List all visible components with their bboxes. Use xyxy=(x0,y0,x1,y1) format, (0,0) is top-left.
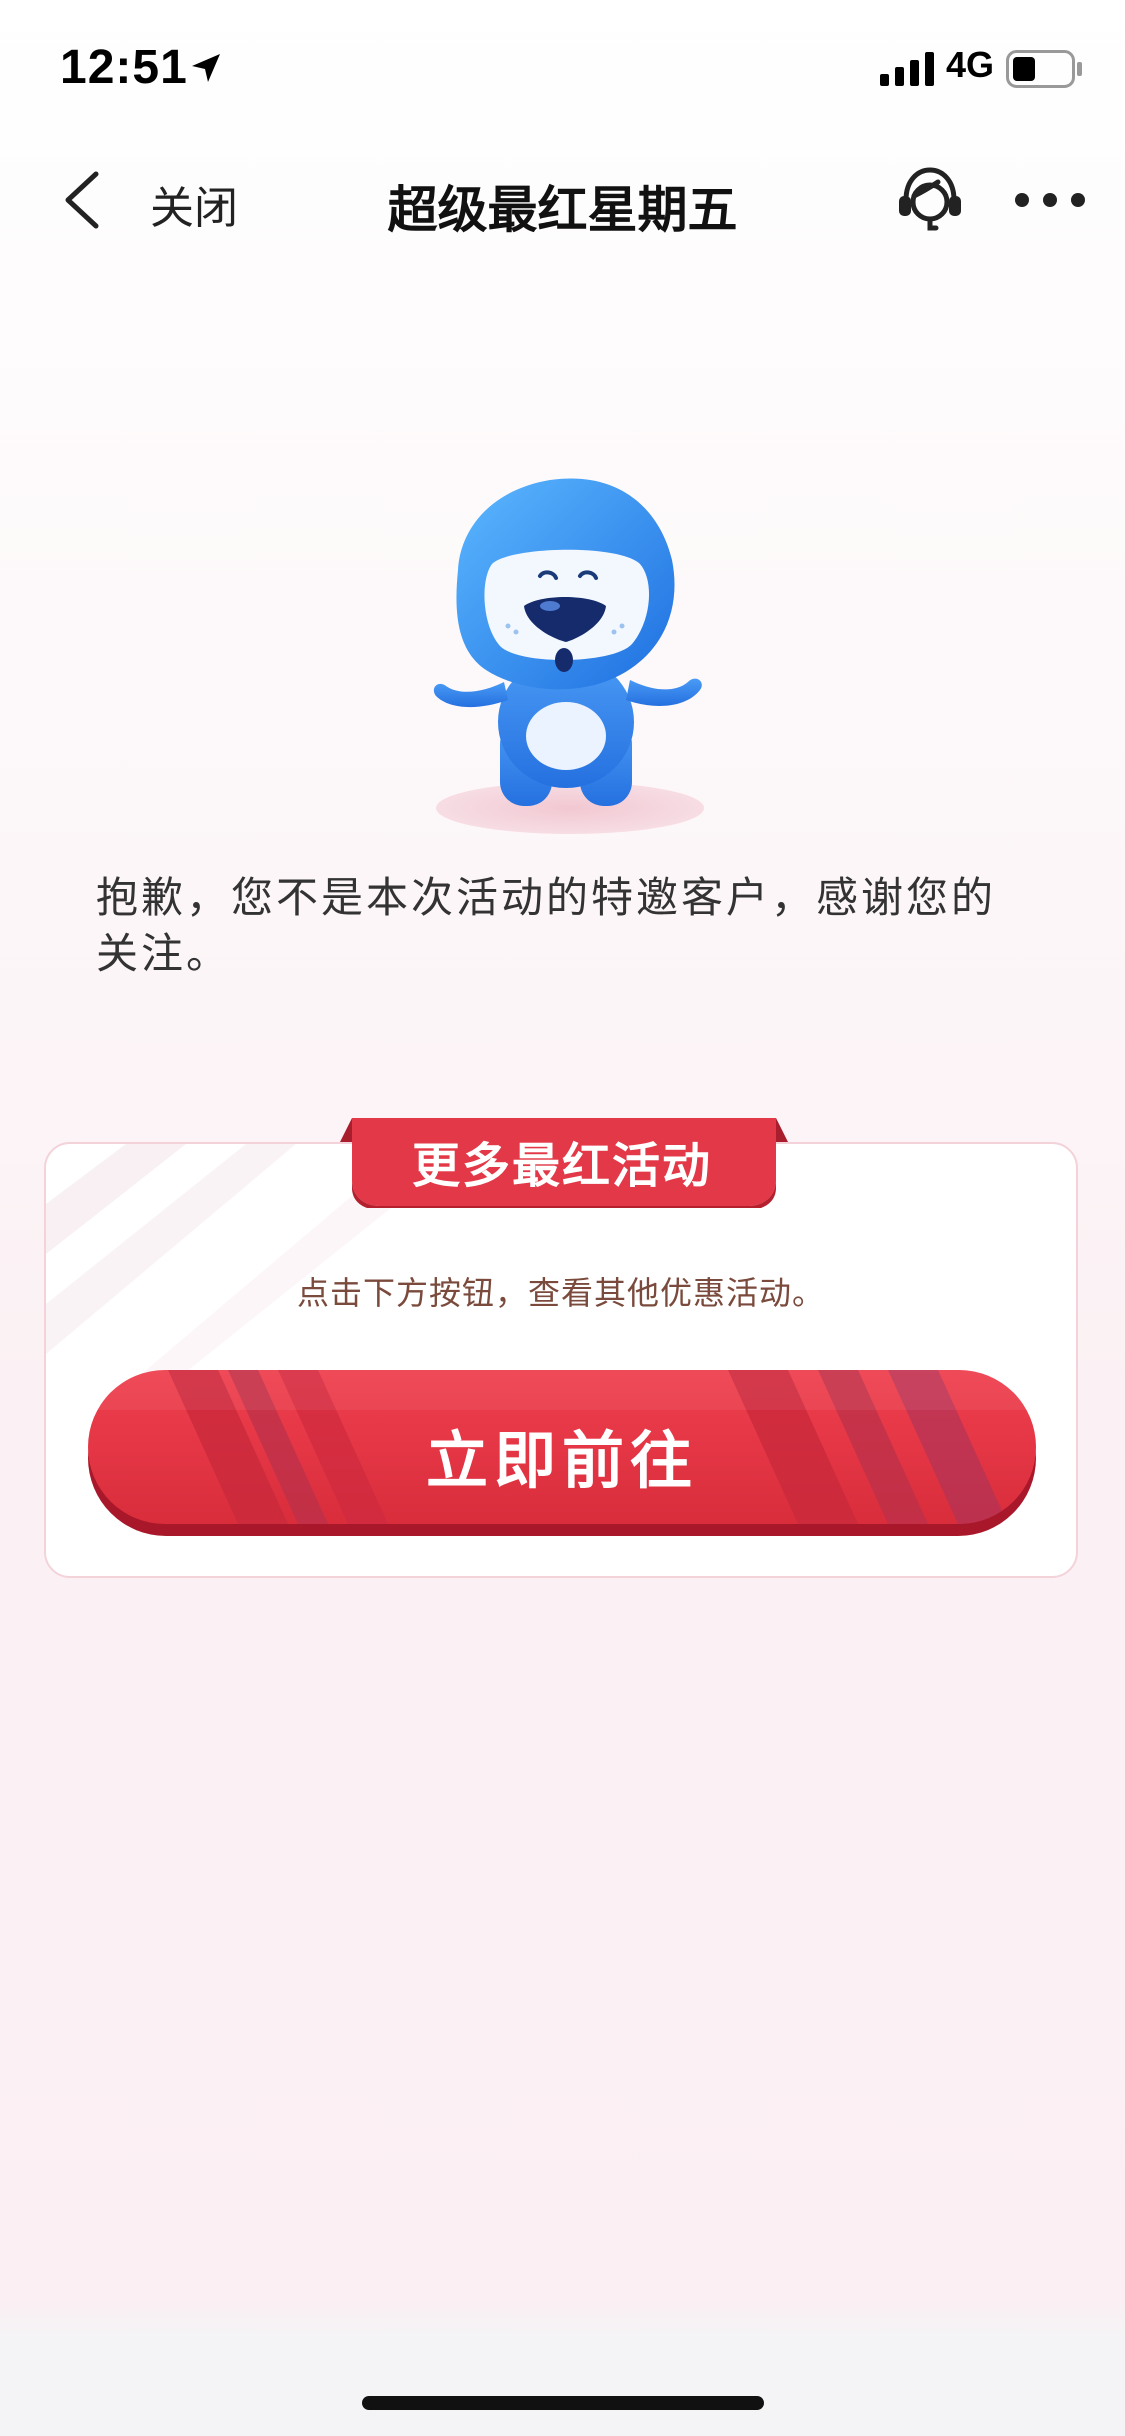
promo-card-title: 更多最红活动 xyxy=(411,1138,712,1194)
go-now-button[interactable]: 立即前往 xyxy=(88,1370,1036,1536)
nav-bar: 关闭 超级最红星期五 xyxy=(0,132,1125,268)
promo-hint: 点击下方按钮，查看其他优惠活动。 xyxy=(296,1274,825,1312)
go-now-button-label: 立即前往 xyxy=(425,1424,698,1497)
customer-service-icon[interactable] xyxy=(894,162,966,238)
network-type: 4G xyxy=(946,44,995,85)
more-dots-icon[interactable] xyxy=(1012,178,1088,222)
apology-message: 抱歉，您不是本次活动的特邀客户，感谢您的关注。 xyxy=(96,873,997,978)
home-indicator[interactable] xyxy=(362,2396,764,2410)
blue-lion-mascot xyxy=(433,478,704,834)
location-arrow-icon xyxy=(192,54,220,82)
battery-icon xyxy=(1006,50,1082,88)
status-time: 12:51 xyxy=(60,41,188,94)
signal-bars-icon xyxy=(880,52,934,86)
status-bar: 12:51 4G xyxy=(0,0,1125,132)
